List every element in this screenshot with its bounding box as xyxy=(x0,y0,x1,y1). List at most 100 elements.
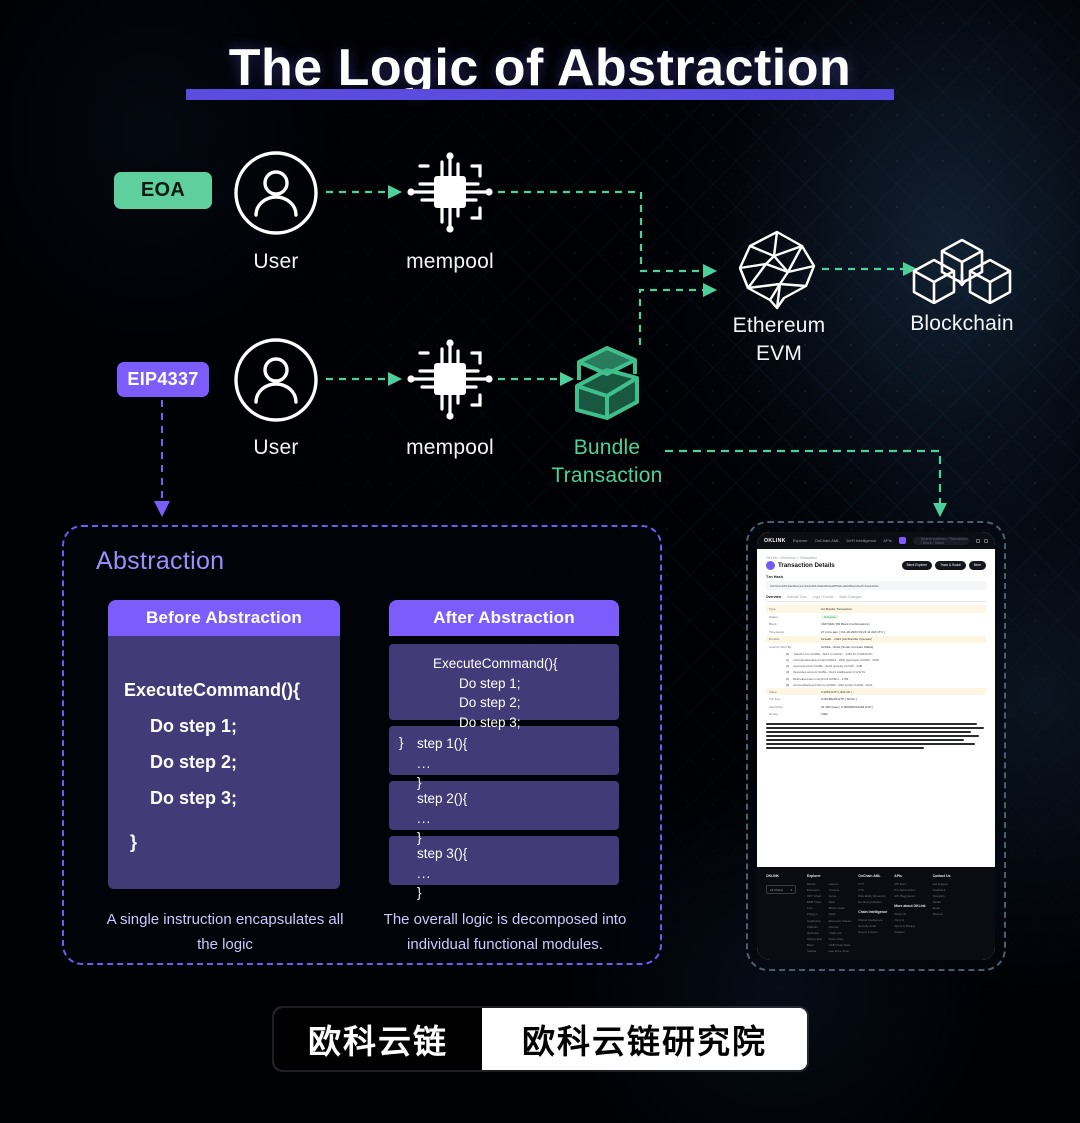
badge-eoa[interactable]: EOA xyxy=(114,172,212,209)
footer-link[interactable]: Near xyxy=(829,900,852,904)
footer-link[interactable]: Dune Chart xyxy=(829,937,852,941)
footer-link[interactable]: Base xyxy=(807,943,822,947)
footer-column-heading: Explorer xyxy=(807,874,821,879)
table-row: Timestamp 27 mins ago ( Oct-18-2023 09:2… xyxy=(766,628,986,636)
footer-link[interactable]: Solana xyxy=(807,949,822,953)
ethereum-evm-network-icon xyxy=(738,230,816,310)
row-value: 0x4f9a…8e21 (Smart Contract Wallet) xyxy=(821,644,874,649)
footer-link[interactable]: Join Us xyxy=(894,918,925,922)
row-key: Value xyxy=(769,689,777,694)
tab-internal-txns[interactable]: Internal Txns xyxy=(787,595,807,599)
row-key: Type xyxy=(769,606,776,611)
row-value: 27 mins ago ( Oct-18-2023 09:21:11 AM UT… xyxy=(821,629,885,634)
footer-link[interactable]: Risk Entity Screening xyxy=(858,894,887,898)
table-row: Block 18374921 (56 Block Confirmations) xyxy=(766,620,986,628)
footer-link[interactable]: Feedback xyxy=(933,888,951,892)
more-button[interactable]: More xyxy=(968,561,986,570)
log-lines: [0] Transfer from 0x4f9a…8e21 to 0xb12c…… xyxy=(766,651,986,688)
footer-link[interactable]: Security Audit xyxy=(858,924,887,928)
bundle-transaction-box-icon xyxy=(575,346,639,420)
grid-icon[interactable] xyxy=(976,538,980,543)
before-code-line-4: Do step 3; xyxy=(150,788,238,808)
footer-link[interactable]: Pro Subscription xyxy=(894,888,925,892)
footer-link[interactable]: De-anonymization xyxy=(858,900,887,904)
nav-item-defi-intelligence[interactable]: DeFi Intelligence xyxy=(847,538,877,543)
footer-link[interactable]: Terms & Privacy xyxy=(894,924,925,928)
footer-column-explorer-2: Litecoin Cosmos Aptos Near Bitcoin Cash … xyxy=(829,874,852,953)
footer-link[interactable]: Twitter xyxy=(933,900,951,904)
after-step2-sig: step 2(){ xyxy=(417,791,468,806)
flow-diagram: EOA EIP4337 User mempool User mempool Bu… xyxy=(0,0,1080,520)
mempool-label-eoa: mempool xyxy=(406,250,494,273)
table-row: Nonce 1382 xyxy=(766,711,986,719)
explorer-footer: OKLINK All Chains ▾ Explorer Bitcoin Eth… xyxy=(757,867,995,960)
footer-link[interactable]: API Playground xyxy=(894,894,925,898)
user-icon[interactable] xyxy=(984,538,988,543)
after-abstraction-column: After Abstraction ExecuteCommand(){ Do s… xyxy=(389,600,619,900)
badge-eip4337[interactable]: EIP4337 xyxy=(117,362,209,397)
tablet-mockup: OKLINK Explorer OnChain AML DeFi Intelli… xyxy=(746,521,1006,971)
footer-link[interactable]: Telegram xyxy=(933,894,951,898)
row-value: Success xyxy=(821,614,839,619)
tab-logs-events[interactable]: Logs / Events xyxy=(813,595,834,599)
block-explorer-button[interactable]: Block Explorer xyxy=(901,561,933,570)
detail-tabs: Overview Internal Txns Logs / Events Sta… xyxy=(766,595,986,603)
footer-link[interactable]: Ethereum Classic xyxy=(829,919,852,923)
footer-link[interactable]: Discord xyxy=(933,912,951,916)
footer-link[interactable]: Optimism xyxy=(807,931,822,935)
footer-link[interactable]: Dash xyxy=(829,912,852,916)
nav-item-explorer[interactable]: Explorer xyxy=(793,538,808,543)
chain-selector-icon[interactable] xyxy=(898,537,906,544)
tab-state-changes[interactable]: State Changes xyxy=(839,595,861,599)
row-key: Block xyxy=(769,622,777,627)
log-index: [3] xyxy=(786,670,790,675)
footer-link[interactable]: KYA xyxy=(858,888,887,892)
blockchain-label: Blockchain xyxy=(910,312,1014,335)
footer-link[interactable]: Polygon xyxy=(807,912,822,916)
footer-link[interactable]: Aptos xyxy=(829,894,852,898)
footer-link[interactable]: Tron xyxy=(807,906,822,910)
footer-link[interactable]: Chain List xyxy=(829,931,852,935)
nav-item-onchain-aml[interactable]: OnChain AML xyxy=(815,538,840,543)
after-abstraction-caption: The overall logic is decomposed into ind… xyxy=(383,911,627,954)
footer-link[interactable]: Filecoin xyxy=(829,925,852,929)
footer-link[interactable]: Bitcoin Cash xyxy=(829,906,852,910)
footer-link[interactable]: Email xyxy=(933,906,951,910)
explorer-content: OKLink > Ethereum > Transaction Transact… xyxy=(757,549,995,868)
footer-link[interactable]: Get Support xyxy=(933,882,951,886)
footer-link[interactable]: Avalanche xyxy=(807,919,822,923)
trace-social-button[interactable]: Trace & Social xyxy=(935,561,966,570)
nav-item-apis[interactable]: APIs xyxy=(883,538,891,543)
row-key: UserOp Sent By xyxy=(769,644,792,649)
hash-label: Txn Hash xyxy=(766,575,784,579)
footer-link[interactable]: Bitcoin xyxy=(807,882,822,886)
footer-link[interactable]: About Us xyxy=(894,912,925,916)
footer-link[interactable]: BNB Chain xyxy=(807,900,822,904)
footer-link[interactable]: OKB Chain Data xyxy=(829,943,852,947)
footer-link[interactable]: Gas Price Tools xyxy=(829,949,852,953)
footer-link[interactable]: OKT Chain xyxy=(807,894,822,898)
mempool-chip-icon xyxy=(407,152,493,233)
footer-brand: OKLINK All Chains ▾ xyxy=(766,874,800,953)
tab-overview[interactable]: Overview xyxy=(766,595,781,599)
footer-link[interactable]: Cosmos xyxy=(829,888,852,892)
footer-link[interactable]: Report a Scam xyxy=(858,930,887,934)
abstraction-title: Abstraction xyxy=(96,547,225,575)
footer-link[interactable]: API Docs xyxy=(894,882,925,886)
footer-link[interactable]: Litecoin xyxy=(829,882,852,886)
footer-link[interactable]: Market Intelligence xyxy=(858,918,887,922)
chain-select[interactable]: All Chains ▾ xyxy=(766,884,796,895)
footer-link[interactable]: zkSync Era xyxy=(807,937,822,941)
footer-link[interactable]: Careers xyxy=(894,930,925,934)
page-title: Transaction Details xyxy=(778,562,835,569)
footer-column-heading xyxy=(829,874,852,878)
row-key: Timestamp xyxy=(769,629,785,634)
footer-link[interactable]: KYT xyxy=(858,882,887,886)
header-buttons: Block Explorer Trace & Social More xyxy=(901,561,986,570)
footer-link[interactable]: Ethereum xyxy=(807,888,822,892)
search-input[interactable]: Search Address / Transaction / Block / T… xyxy=(912,536,969,545)
hash-value[interactable]: 0xb3c4e18f19ab8b2ca1c194cd81c8ad49b2a2f8… xyxy=(766,581,986,591)
table-row: Bundler 0x1a2b…c3d4 (AA Bundler Operator… xyxy=(766,635,986,644)
footer-column-onchain-aml: OnChain AML KYT KYA Risk Entity Screenin… xyxy=(858,874,887,953)
footer-link[interactable]: Arbitrum xyxy=(807,925,822,929)
